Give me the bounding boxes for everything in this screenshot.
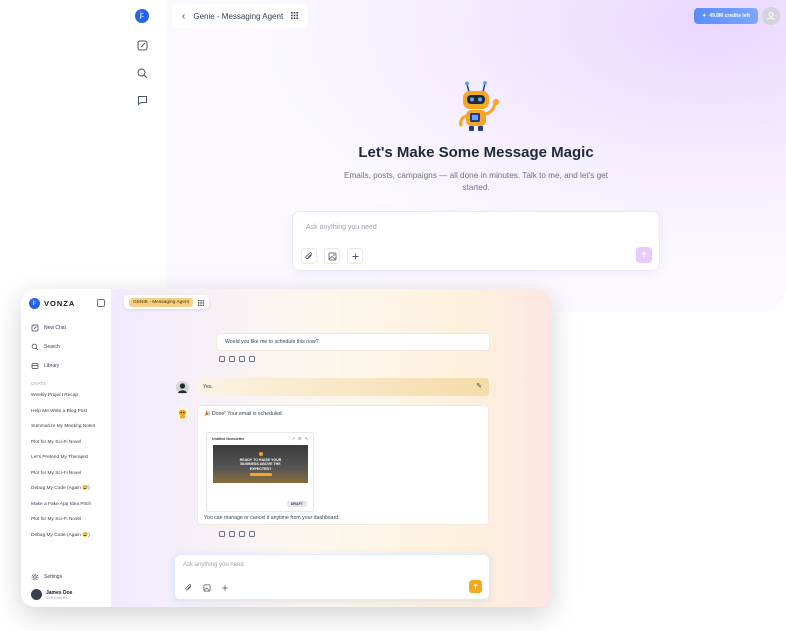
chat-history-item[interactable]: Debug My Code (Again 😅) bbox=[31, 486, 90, 491]
chat-history-item[interactable]: Help Me Write a Blog Post bbox=[31, 409, 87, 414]
brand-logo-mark: j: bbox=[29, 298, 40, 309]
agent-title: Genie - Messaging Agent bbox=[193, 11, 284, 21]
image-upload-icon[interactable] bbox=[324, 248, 340, 264]
robot-mascot-icon bbox=[455, 80, 503, 132]
front-app-window: j: VONZA New Chat Search Library CHATS W… bbox=[21, 289, 551, 607]
credits-label: 49.8M credits left bbox=[709, 13, 750, 19]
nav-settings[interactable]: Settings bbox=[31, 573, 62, 581]
brand-name: VONZA bbox=[44, 299, 76, 308]
user-avatar bbox=[176, 381, 189, 394]
grid-icon[interactable] bbox=[198, 293, 204, 311]
search-icon[interactable] bbox=[136, 67, 149, 80]
edit-icon[interactable]: ✎ bbox=[305, 436, 308, 441]
credits-button[interactable]: ✦ 49.8M credits left bbox=[694, 8, 758, 24]
search-icon bbox=[31, 343, 39, 351]
edit-icon[interactable]: ✎ bbox=[476, 382, 482, 390]
agent-message-scheduled: 🎉 Done! Your email is scheduled. Untitle… bbox=[197, 405, 489, 525]
external-link-icon[interactable]: ↗ bbox=[292, 436, 295, 441]
agent-avatar bbox=[176, 407, 189, 420]
hero-subtitle: Emails, posts, campaigns — all done in m… bbox=[344, 171, 608, 192]
chat-history-item[interactable]: Debug My Code (Again 😅) bbox=[31, 533, 90, 538]
back-chat-input[interactable]: Ask anything you need bbox=[292, 211, 660, 271]
chat-bubble-icon[interactable] bbox=[136, 94, 149, 107]
newsletter-logo-icon bbox=[258, 451, 263, 456]
newsletter-headline: READY TO RAISE YOUR BUSINESS ABOVE THE E… bbox=[239, 457, 282, 471]
chats-section-label: CHATS bbox=[31, 381, 46, 386]
chat-history-item[interactable]: Plot for My Sci-Fi Novel bbox=[31, 517, 81, 522]
chat-input-placeholder: Ask anything you need bbox=[183, 562, 244, 568]
avatar bbox=[31, 589, 42, 600]
user-message-text: Yes. bbox=[203, 384, 213, 390]
newsletter-cta bbox=[249, 473, 272, 477]
back-input-placeholder: Ask anything you need bbox=[306, 224, 377, 231]
plus-icon[interactable] bbox=[219, 582, 230, 593]
image-upload-icon[interactable] bbox=[201, 582, 212, 593]
chat-main: GENIE - Messaging Agent Would you like m… bbox=[112, 289, 551, 607]
new-chat-icon[interactable] bbox=[136, 39, 149, 52]
attach-icon[interactable] bbox=[301, 248, 317, 264]
chat-history-item[interactable]: Weekly Project Recap bbox=[31, 393, 78, 398]
gear-icon bbox=[31, 573, 39, 581]
nav-label: Library bbox=[44, 363, 60, 369]
nav-library[interactable]: Library bbox=[31, 362, 59, 370]
user-profile[interactable]: James Doe CVE Draft left bbox=[31, 589, 72, 600]
chat-history-item[interactable]: Summarize My Meeting Notes bbox=[31, 424, 95, 429]
sidebar: j: VONZA New Chat Search Library CHATS W… bbox=[21, 289, 112, 607]
chat-history-item[interactable]: Make a Fake App Idea Pitch bbox=[31, 502, 91, 507]
attach-icon[interactable] bbox=[183, 582, 194, 593]
plus-icon[interactable] bbox=[347, 248, 363, 264]
newsletter-image: READY TO RAISE YOUR BUSINESS ABOVE THE E… bbox=[213, 445, 308, 483]
compose-icon bbox=[31, 324, 39, 332]
regenerate-icon[interactable] bbox=[249, 531, 255, 537]
nav-label: New Chat bbox=[44, 325, 66, 331]
user-name: James Doe bbox=[46, 589, 73, 596]
thumbs-down-icon[interactable] bbox=[239, 356, 245, 362]
chat-input[interactable]: Ask anything you need bbox=[174, 554, 490, 600]
user-avatar[interactable] bbox=[762, 7, 780, 25]
send-button[interactable] bbox=[469, 580, 482, 593]
sparkle-icon: ✦ bbox=[702, 13, 707, 19]
nav-label: Search bbox=[44, 344, 60, 350]
newsletter-preview-card[interactable]: Untitled Newsletter ↗ ⚙ ✎ READY TO RAISE… bbox=[206, 432, 314, 512]
back-header: ‹ Genie - Messaging Agent bbox=[172, 4, 309, 28]
agent-tag[interactable]: GENIE - Messaging Agent bbox=[129, 297, 193, 307]
send-button[interactable] bbox=[636, 247, 652, 263]
agent-message: Would you like me to schedule this now? bbox=[216, 333, 490, 351]
hero-title: Let's Make Some Message Magic bbox=[358, 144, 594, 161]
copy-icon[interactable] bbox=[219, 531, 225, 537]
agent-message-text: 🎉 Done! Your email is scheduled. bbox=[204, 411, 284, 417]
brand-logo[interactable]: j: VONZA bbox=[29, 298, 75, 309]
newsletter-title: Untitled Newsletter bbox=[212, 437, 245, 441]
back-chevron-icon[interactable]: ‹ bbox=[182, 11, 185, 22]
message-actions bbox=[219, 531, 255, 537]
grid-icon[interactable] bbox=[291, 11, 299, 21]
regenerate-icon[interactable] bbox=[249, 356, 255, 362]
nav-search[interactable]: Search bbox=[31, 343, 60, 351]
agent-header: GENIE - Messaging Agent bbox=[124, 295, 209, 309]
thumbs-up-icon[interactable] bbox=[229, 531, 235, 537]
user-subtitle: CVE Draft left bbox=[46, 595, 68, 600]
agent-message-text: Would you like me to schedule this now? bbox=[225, 339, 319, 345]
settings-label: Settings bbox=[44, 574, 63, 580]
nav-new-chat[interactable]: New Chat bbox=[31, 324, 66, 332]
sidebar-toggle-icon[interactable] bbox=[97, 299, 105, 307]
thumbs-down-icon[interactable] bbox=[239, 531, 245, 537]
draft-badge: DRAFT bbox=[286, 501, 307, 507]
thumbs-up-icon[interactable] bbox=[229, 356, 235, 362]
library-icon bbox=[31, 362, 39, 370]
agent-message-text: You can manage or cancel it anytime from… bbox=[204, 515, 340, 521]
app-logo[interactable]: j: bbox=[135, 9, 149, 23]
message-actions bbox=[219, 356, 255, 362]
chat-history-item[interactable]: Plot for My Sci-Fi Novel bbox=[31, 440, 81, 445]
chat-history-item[interactable]: Let's Pretend My Therapist bbox=[31, 455, 88, 460]
user-message: Yes. ✎ bbox=[197, 378, 489, 396]
chat-history-item[interactable]: Plot for My Sci-Fi Novel bbox=[31, 471, 81, 476]
copy-icon[interactable] bbox=[219, 356, 225, 362]
settings-icon[interactable]: ⚙ bbox=[298, 436, 302, 441]
